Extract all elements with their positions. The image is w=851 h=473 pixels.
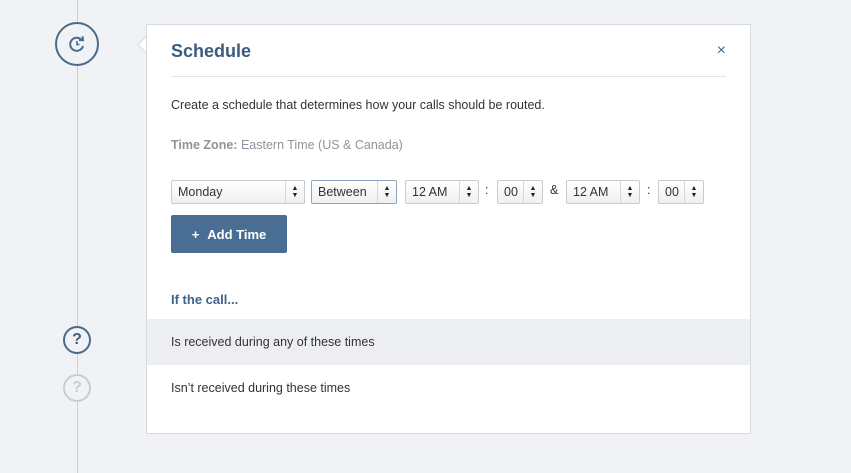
add-time-button[interactable]: + Add Time <box>171 215 287 253</box>
plus-icon: + <box>191 226 200 242</box>
condition-select-value: Between <box>318 185 367 199</box>
select-arrows-icon: ▲ ▼ <box>620 181 639 203</box>
panel-title: Schedule <box>171 41 252 61</box>
condition-heading: If the call... <box>171 292 239 307</box>
close-button[interactable]: × <box>717 42 726 60</box>
start-minute-value: 00 <box>504 185 518 199</box>
start-hour-value: 12 AM <box>412 185 448 199</box>
refresh-clock-icon <box>69 36 85 52</box>
schedule-step-node[interactable] <box>55 22 99 66</box>
timezone-value: Eastern Time (US & Canada) <box>240 138 403 152</box>
select-arrows-icon: ▲ ▼ <box>684 181 703 203</box>
select-arrows-icon: ▲ ▼ <box>459 181 478 203</box>
end-hour-value: 12 AM <box>573 185 609 199</box>
day-select[interactable]: Monday ▲ ▼ <box>171 180 305 204</box>
select-arrows-icon: ▲ ▼ <box>523 181 542 203</box>
question-icon: ? <box>72 331 82 348</box>
end-minute-value: 00 <box>665 185 679 199</box>
end-hour-select[interactable]: 12 AM ▲ ▼ <box>566 180 640 204</box>
timezone-label: Time Zone: <box>171 138 238 152</box>
condition-option-label: Isn’t received during these times <box>171 381 351 395</box>
add-time-label: Add Time <box>207 226 267 242</box>
help-step-node[interactable]: ? <box>63 326 91 354</box>
end-minute-select[interactable]: 00 ▲ ▼ <box>658 180 704 204</box>
divider <box>171 76 726 77</box>
help-step-node-disabled: ? <box>63 374 91 402</box>
select-arrows-icon: ▲ ▼ <box>377 181 396 203</box>
day-select-value: Monday <box>178 185 223 199</box>
question-icon: ? <box>72 379 82 396</box>
panel-description: Create a schedule that determines how yo… <box>171 98 545 112</box>
start-hour-select[interactable]: 12 AM ▲ ▼ <box>405 180 479 204</box>
condition-option-not-received[interactable]: Isn’t received during these times <box>147 365 750 411</box>
time-separator: : <box>485 183 489 197</box>
condition-select[interactable]: Between ▲ ▼ <box>311 180 397 204</box>
timezone-text: Time Zone: Eastern Time (US & Canada) <box>171 138 403 152</box>
condition-option-received[interactable]: Is received during any of these times <box>147 319 750 365</box>
timeline-line <box>77 0 78 473</box>
condition-option-label: Is received during any of these times <box>171 335 375 349</box>
select-arrows-icon: ▲ ▼ <box>285 181 304 203</box>
range-separator: & <box>550 183 559 197</box>
time-separator: : <box>647 183 651 197</box>
schedule-panel: Schedule × Create a schedule that determ… <box>146 24 751 434</box>
start-minute-select[interactable]: 00 ▲ ▼ <box>497 180 543 204</box>
